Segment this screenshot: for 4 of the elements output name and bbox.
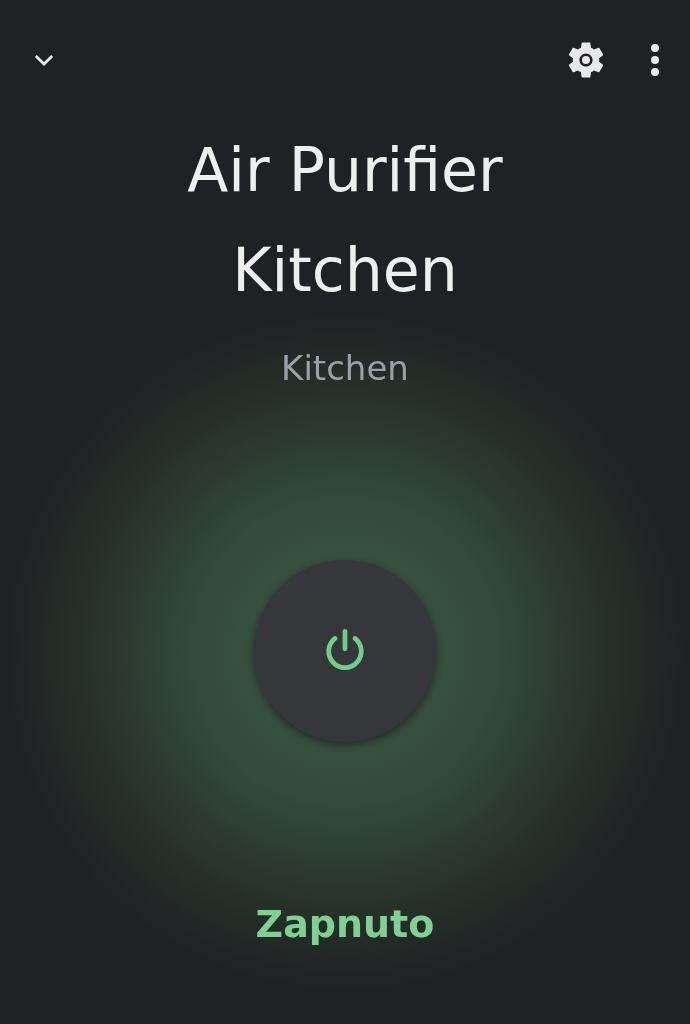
device-title: Air Purifier Kitchen (186, 134, 504, 307)
more-vertical-icon (650, 43, 660, 77)
status-label: Zapnuto (255, 901, 435, 948)
room-label: Kitchen (281, 348, 409, 388)
